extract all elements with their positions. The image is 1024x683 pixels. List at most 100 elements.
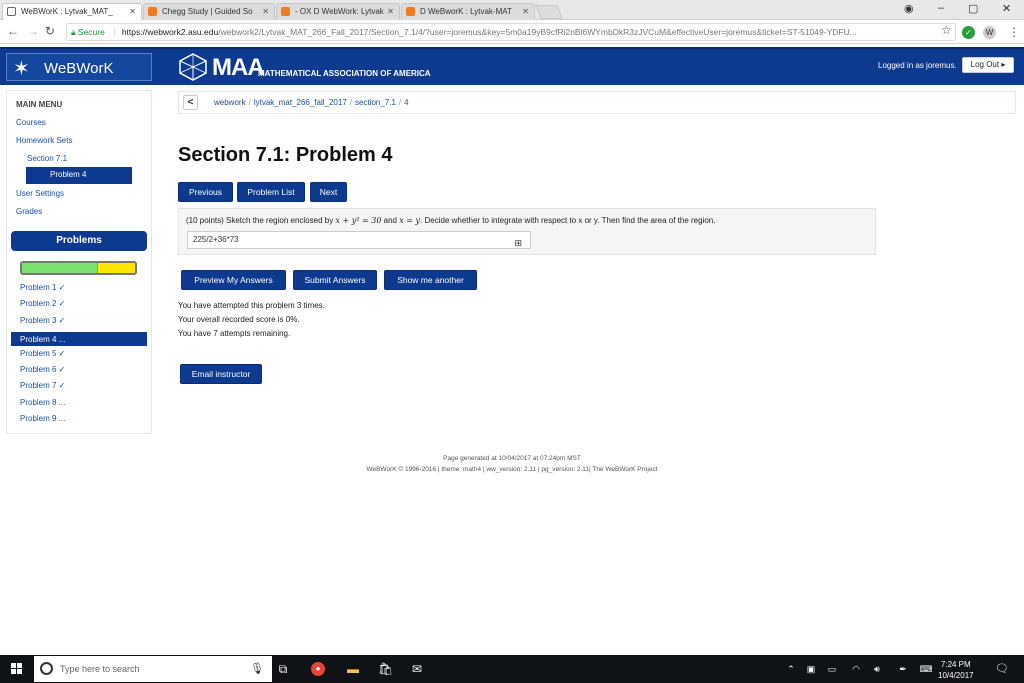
- email-instructor-button[interactable]: Email instructor: [180, 364, 262, 384]
- star-logo-icon: ✶: [13, 58, 30, 80]
- mail-icon[interactable]: ✉: [410, 662, 424, 676]
- taskbar-clock[interactable]: 7:24 PM 10/4/2017: [938, 659, 974, 681]
- browser-tab-bar: WeBWorK : Lytvak_MAT_ ✕ Chegg Study | Gu…: [0, 0, 1024, 20]
- forward-arrow-icon[interactable]: →: [27, 24, 39, 38]
- footer: Page generated at 10/04/2017 at 07:24pm …: [0, 455, 1024, 473]
- browser-menu-icon[interactable]: ⋮: [1008, 25, 1020, 39]
- profile-icon[interactable]: ◉: [904, 2, 914, 15]
- webwork-logo[interactable]: ✶ WeBWorK: [6, 53, 152, 81]
- microphone-icon[interactable]: 🎙︎: [250, 662, 264, 675]
- tab-label: D WeBworK : Lytvak-MAT: [420, 7, 512, 16]
- browser-tab-chegg[interactable]: Chegg Study | Guided So ✕: [143, 3, 275, 20]
- close-icon[interactable]: ✕: [262, 7, 269, 16]
- problem-list-item[interactable]: Problem 5 ✓: [20, 349, 65, 358]
- wifi-icon[interactable]: ◠: [849, 662, 863, 676]
- keyboard-icon[interactable]: ⌨: [919, 662, 933, 676]
- next-button[interactable]: Next: [310, 182, 347, 202]
- sidebar-item-section[interactable]: Section 7.1: [27, 154, 67, 163]
- search-placeholder: Type here to search: [60, 664, 140, 674]
- chegg-icon: [406, 7, 415, 16]
- tab-label: - OX D WebWork: Lytvak: [295, 7, 384, 16]
- clock-time: 7:24 PM: [940, 660, 971, 669]
- close-icon[interactable]: ✕: [387, 7, 394, 16]
- submit-answers-button[interactable]: Submit Answers: [293, 270, 377, 290]
- progress-correct: [22, 263, 98, 273]
- problem-list-button[interactable]: Problem List: [237, 182, 305, 202]
- extension-check-icon[interactable]: ✓: [962, 26, 975, 39]
- answer-input[interactable]: 225/2+36*73 ⊞: [187, 231, 531, 249]
- volume-icon[interactable]: 🔊︎: [870, 662, 884, 676]
- logout-button[interactable]: Log Out ▸: [962, 57, 1014, 73]
- problem-list-item[interactable]: Problem 7 ✓: [20, 381, 65, 390]
- problem-list-item[interactable]: Problem 3 ✓: [20, 316, 65, 325]
- problem-box: (10 points) Sketch the region enclosed b…: [178, 208, 876, 255]
- tray-chevron-icon[interactable]: ⌃: [784, 662, 798, 676]
- minimize-icon[interactable]: –: [938, 2, 944, 14]
- tab-label: WeBWorK : Lytvak_MAT_: [21, 7, 113, 16]
- browser-tab-webwork[interactable]: WeBWorK : Lytvak_MAT_ ✕: [2, 3, 142, 20]
- notifications-icon[interactable]: 🗨︎: [995, 662, 1009, 676]
- url-host: https://webwork2.asu.edu: [121, 27, 219, 37]
- cortana-icon: [40, 662, 53, 675]
- problem-list-item[interactable]: Problem 1 ✓: [20, 283, 65, 292]
- lock-icon: 🔒︎: [71, 27, 76, 37]
- browser-tab-webwork-3[interactable]: D WeBworK : Lytvak-MAT ✕: [401, 3, 535, 20]
- extension-w-icon[interactable]: W: [983, 26, 996, 39]
- close-icon[interactable]: ✕: [522, 7, 529, 16]
- sidebar-item-grades[interactable]: Grades: [16, 207, 42, 216]
- taskbar: Type here to search 🎙︎ ⧉ ● ▬ 🛍︎ ✉ ⌃ ▣ ▭ …: [0, 655, 1024, 683]
- store-icon[interactable]: 🛍︎: [378, 662, 393, 676]
- window-close-icon[interactable]: ✕: [1002, 2, 1011, 15]
- secure-label: Secure: [77, 27, 105, 37]
- problem-list-item[interactable]: Problem 8 ...: [20, 398, 65, 407]
- progress-partial: [97, 263, 135, 273]
- previous-button[interactable]: Previous: [178, 182, 233, 202]
- bookmark-star-icon[interactable]: ☆: [941, 23, 952, 37]
- close-icon[interactable]: ✕: [129, 7, 136, 16]
- breadcrumb-bar: < webwork / lytvak_mat_266_fall_2017/secti…: [178, 91, 1016, 114]
- doc-icon: [7, 7, 16, 16]
- breadcrumb-course[interactable]: lytvak_mat_266_fall_2017: [254, 98, 347, 107]
- footer-generated: Page generated at 10/04/2017 at 07:24pm …: [443, 455, 581, 462]
- sidebar-item-problem[interactable]: Problem 4: [26, 167, 132, 184]
- sidebar-item-courses[interactable]: Courses: [16, 118, 46, 127]
- breadcrumb-back-button[interactable]: <: [183, 95, 198, 110]
- pen-icon[interactable]: ✒: [896, 662, 910, 676]
- breadcrumb-section[interactable]: section_7.1: [355, 98, 396, 107]
- preview-answers-button[interactable]: Preview My Answers: [181, 270, 286, 290]
- answer-value: 225/2+36*73: [193, 235, 239, 244]
- breadcrumb: webwork / lytvak_mat_266_fall_2017/section…: [214, 98, 409, 107]
- tab-label: Chegg Study | Guided So: [162, 7, 253, 16]
- tray-app-icon[interactable]: ▣: [804, 662, 818, 676]
- back-arrow-icon[interactable]: ←: [7, 24, 19, 38]
- problem-list-item[interactable]: Problem 6 ✓: [20, 365, 65, 374]
- sidebar-item-user-settings[interactable]: User Settings: [16, 189, 64, 198]
- chegg-icon: [281, 7, 290, 16]
- file-explorer-icon[interactable]: ▬: [346, 662, 360, 676]
- new-tab-button[interactable]: [535, 5, 563, 19]
- maa-acronym: MAA: [212, 54, 265, 81]
- brand-name: WeBWorK: [44, 60, 114, 77]
- equation-editor-icon[interactable]: ⊞: [514, 235, 522, 251]
- windows-start-icon[interactable]: [11, 663, 23, 675]
- problem-list-item[interactable]: Problem 9 ...: [20, 414, 65, 423]
- problem-list-item[interactable]: Problem 4 ...: [11, 332, 147, 347]
- logged-in-label: Logged in as joremus.: [878, 61, 957, 70]
- chrome-icon[interactable]: ●: [311, 662, 325, 676]
- taskbar-search[interactable]: Type here to search 🎙︎: [34, 656, 272, 682]
- url-path: /webwork2/Lytvak_MAT_266_Fall_2017/Secti…: [218, 27, 857, 37]
- webwork-header: ✶ WeBWorK MAA MATHEMATICAL ASSOCIATION O…: [0, 47, 1024, 85]
- footer-copyright: WeBWorK © 1996-2016 | theme: math4 | ww_…: [366, 466, 658, 473]
- remaining-text: You have 7 attempts remaining.: [178, 329, 291, 338]
- reload-icon[interactable]: ↻: [45, 24, 55, 38]
- show-another-button[interactable]: Show me another: [384, 270, 477, 290]
- battery-icon[interactable]: ▭: [825, 662, 839, 676]
- maximize-icon[interactable]: ▢: [968, 2, 978, 15]
- breadcrumb-webwork[interactable]: webwork: [214, 98, 246, 107]
- equation-curve: x + y² = 30: [335, 216, 382, 225]
- sidebar-item-homework-sets[interactable]: Homework Sets: [16, 136, 72, 145]
- browser-tab-webwork-2[interactable]: - OX D WebWork: Lytvak ✕: [276, 3, 400, 20]
- url-field[interactable]: 🔒︎ Secure | https://webwork2.asu.edu/web…: [66, 23, 956, 41]
- task-view-icon[interactable]: ⧉: [276, 662, 290, 676]
- problem-list-item[interactable]: Problem 2 ✓: [20, 299, 65, 308]
